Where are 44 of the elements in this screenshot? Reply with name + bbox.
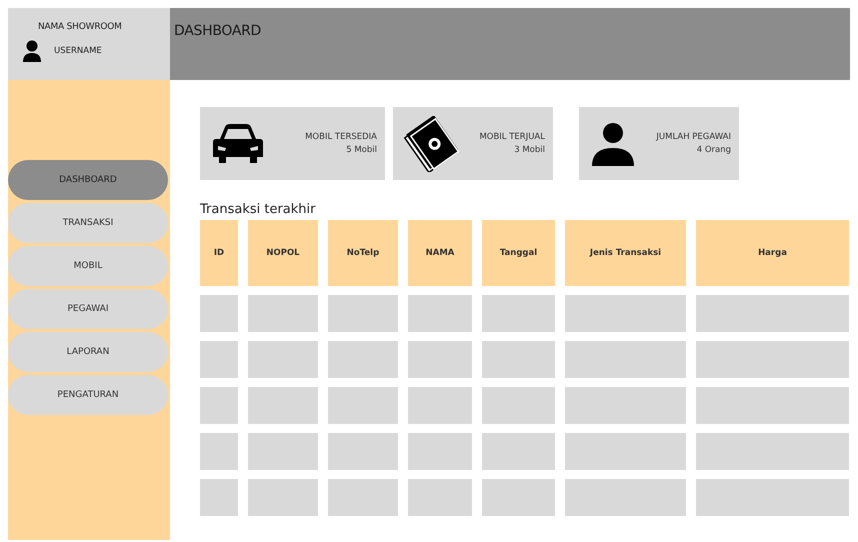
table-cell — [200, 341, 238, 378]
table-cell — [328, 295, 398, 332]
nav-item[interactable]: LAPORAN — [8, 332, 168, 372]
stat-label: MOBIL TERJUAL — [479, 132, 545, 142]
table-cell — [248, 433, 318, 470]
nav-item[interactable]: MOBIL — [8, 246, 168, 286]
table-cell — [328, 433, 398, 470]
user-icon — [22, 40, 42, 62]
table-title: Transaksi terakhir — [200, 202, 316, 217]
table-cell — [328, 341, 398, 378]
column-header: Tanggal — [482, 220, 555, 286]
table-cell — [328, 479, 398, 516]
stat-value: 5 Mobil — [346, 145, 377, 155]
column-header: Jenis Transaksi — [565, 220, 686, 286]
table-cell — [248, 479, 318, 516]
stat-label: JUMLAH PEGAWAI — [656, 132, 731, 142]
table-cell — [200, 479, 238, 516]
table-cell — [408, 295, 472, 332]
nav-item[interactable]: DASHBOARD — [8, 160, 168, 200]
stat-value: 3 Mobil — [514, 145, 545, 155]
column-header: Harga — [696, 220, 849, 286]
table-cell — [200, 295, 238, 332]
table-cell — [248, 341, 318, 378]
table-cell — [200, 433, 238, 470]
stat-value: 4 Orang — [696, 145, 731, 155]
table-cell — [408, 341, 472, 378]
username: USERNAME — [54, 46, 102, 56]
table-cell — [408, 433, 472, 470]
table-cell — [248, 295, 318, 332]
nav-item[interactable]: TRANSAKSI — [8, 203, 168, 243]
table-cell — [408, 387, 472, 424]
column-header: NAMA — [408, 220, 472, 286]
column-header: ID — [200, 220, 238, 286]
table-cell — [200, 387, 238, 424]
column-header: NoTelp — [328, 220, 398, 286]
page-title: DASHBOARD — [174, 23, 262, 39]
stat-label: MOBIL TERSEDIA — [305, 132, 377, 142]
table-cell — [408, 479, 472, 516]
showroom-name: NAMA SHOWROOM — [37, 22, 123, 32]
nav-item[interactable]: PEGAWAI — [8, 289, 168, 329]
table-cell — [248, 387, 318, 424]
table-cell — [328, 387, 398, 424]
nav-item[interactable]: PENGATURAN — [8, 375, 168, 415]
column-header: NOPOL — [248, 220, 318, 286]
